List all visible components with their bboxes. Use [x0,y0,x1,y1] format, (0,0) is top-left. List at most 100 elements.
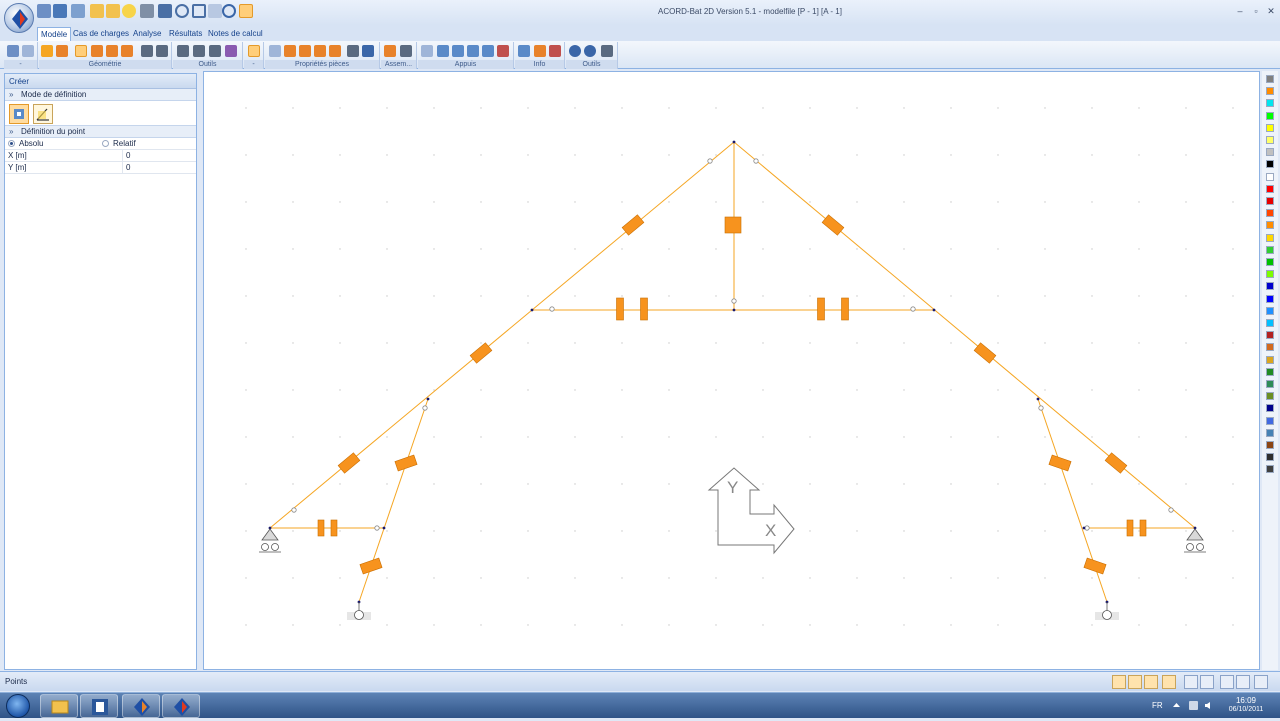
pinned-support-icon[interactable] [437,45,449,57]
color-swatch[interactable] [1266,197,1274,205]
hinge-marker[interactable] [1084,525,1090,531]
section-mark[interactable] [616,297,624,321]
extend-icon[interactable] [193,45,205,57]
xy-mode-button[interactable] [9,104,29,124]
section-mark[interactable] [330,519,338,537]
view-mode-button[interactable] [1184,675,1198,689]
language-indicator[interactable]: FR [1152,701,1163,710]
color-swatch[interactable] [1266,343,1274,352]
open-icon[interactable] [90,4,104,18]
color-swatch[interactable] [1266,380,1274,388]
support-doc-icon[interactable] [421,45,433,57]
tray-arrow-icon[interactable] [1172,701,1181,710]
color-swatch[interactable] [1266,453,1274,462]
view-panel-button[interactable] [1220,675,1234,689]
view-palette-button[interactable] [1236,675,1250,689]
section-mark[interactable] [1048,454,1072,472]
color-swatch[interactable] [1266,294,1274,303]
hinge-marker[interactable] [422,405,428,411]
section-mark[interactable] [817,297,825,321]
color-swatch[interactable] [1266,367,1274,376]
tab-notes-de-calcul[interactable]: Notes de calcul [205,27,266,41]
color-swatch[interactable] [1266,355,1274,364]
connection-icon[interactable] [384,45,396,57]
point-section-header[interactable]: » Définition du point [5,126,196,138]
color-swatch[interactable] [1266,209,1274,218]
fixed-support-icon[interactable] [467,45,479,57]
color-swatch[interactable] [1266,319,1274,327]
section-mark[interactable] [821,214,845,236]
truss-icon[interactable] [41,45,53,57]
section-mark[interactable] [640,297,648,321]
color-swatch[interactable] [1266,245,1274,254]
trim-icon[interactable] [209,45,221,57]
point-tool-icon[interactable] [75,45,87,57]
truss-2-icon[interactable] [56,45,68,57]
color-swatch[interactable] [1266,465,1274,474]
polyline-tool-icon[interactable] [106,45,118,57]
section-mark[interactable] [394,454,418,472]
delete-node-icon[interactable] [141,45,153,57]
maximize-button[interactable]: ▫ [1249,5,1263,17]
close-button[interactable]: ✕ [1264,5,1278,17]
undo-icon[interactable] [569,45,581,57]
section-mark[interactable] [1126,519,1134,537]
minimize-button[interactable]: – [1233,5,1247,17]
section-mark[interactable] [317,519,325,537]
color-swatch[interactable] [1266,148,1274,157]
section-mark[interactable] [724,216,742,234]
pinned-support-left[interactable] [347,602,371,620]
color-swatch[interactable] [1266,99,1274,108]
roller-support-icon[interactable] [452,45,464,57]
color-swatch[interactable] [1266,111,1274,120]
pinned-support-right[interactable] [1095,602,1119,620]
tab-cas-de-charges[interactable]: Cas de charges [70,27,132,41]
app-menu-button[interactable] [4,3,34,33]
orientation-icon[interactable] [329,45,341,57]
mode-section-header[interactable]: » Mode de définition [5,89,196,101]
delete-support-icon[interactable] [497,45,509,57]
color-swatch[interactable] [1266,270,1274,279]
connection-2-icon[interactable] [400,45,412,57]
view-labels-button[interactable] [1200,675,1214,689]
color-swatch[interactable] [1266,331,1274,340]
view-fullscreen-button[interactable] [1254,675,1268,689]
drawing-canvas[interactable]: Y X [203,71,1260,670]
left-rafter[interactable] [269,141,735,529]
clock-time[interactable]: 16:09 [1226,696,1266,705]
hinge-marker[interactable] [753,158,759,164]
save-icon[interactable] [53,4,67,18]
color-swatch[interactable] [1266,428,1274,437]
node[interactable] [1082,526,1086,530]
select-point-icon[interactable] [7,45,19,57]
delete-member-icon[interactable] [156,45,168,57]
select-tool-icon[interactable] [239,4,253,18]
color-swatch[interactable] [1266,75,1274,83]
tools-icon[interactable] [601,45,613,57]
angle-mode-button[interactable] [33,104,53,124]
section-icon[interactable] [269,45,281,57]
truss-drawing[interactable]: Y X [204,72,1260,670]
roller-support-left[interactable] [259,528,281,553]
camera-icon[interactable] [140,4,154,18]
relatif-radio[interactable] [102,140,109,147]
color-swatch[interactable] [1266,172,1274,181]
acord-task-icon[interactable] [122,694,160,718]
section-edit-icon[interactable] [314,45,326,57]
color-swatch[interactable] [1266,160,1274,169]
grid-icon[interactable] [22,45,34,57]
zoom-window-icon[interactable] [192,4,206,18]
start-button[interactable] [6,694,30,718]
mirror-icon[interactable] [225,45,237,57]
x-input[interactable]: 0 [122,150,198,161]
node[interactable] [1036,397,1040,401]
new-file-icon[interactable] [37,4,51,18]
y-input[interactable]: 0 [122,162,198,173]
hinge-marker[interactable] [910,306,916,312]
material-icon[interactable] [284,45,296,57]
volume-icon[interactable] [1204,701,1213,710]
snap-node-button[interactable] [1128,675,1142,689]
frame-icon[interactable] [248,45,260,57]
pencil-icon[interactable] [549,45,561,57]
hinge-marker[interactable] [1168,507,1174,513]
